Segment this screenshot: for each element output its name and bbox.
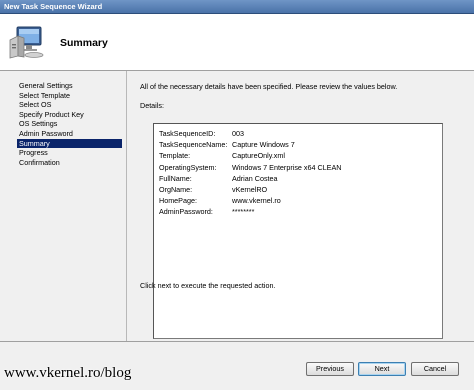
details-label: Details: [140,101,164,110]
detail-value: CaptureOnly.xml [232,151,285,161]
step-select-template[interactable]: Select Template [0,91,126,101]
cancel-button[interactable]: Cancel [411,362,459,376]
detail-row: OperatingSystem: Windows 7 Enterprise x6… [159,162,429,173]
detail-value: www.vkernel.ro [232,196,281,206]
detail-key: TaskSequenceID: [159,129,216,138]
detail-key: AdminPassword: [159,207,213,217]
wizard-header: Summary [0,14,474,71]
detail-value: Windows 7 Enterprise x64 CLEAN [232,162,342,172]
step-general-settings[interactable]: General Settings [0,81,126,91]
step-confirmation[interactable]: Confirmation [0,158,126,168]
detail-value: vKernelRO [232,184,268,194]
intro-text: All of the necessary details have been s… [140,82,398,91]
detail-value: ******** [232,207,255,217]
wizard-steps-pane: General Settings Select Template Select … [0,71,127,341]
detail-key: OrgName: [159,184,193,194]
title-bar[interactable]: New Task Sequence Wizard [0,0,474,14]
detail-key: FullName: [159,173,192,183]
detail-row: HomePage: www.vkernel.ro [159,195,429,206]
detail-key: OperatingSystem: [159,162,217,172]
step-progress[interactable]: Progress [0,148,126,158]
detail-value: 003 [232,129,244,138]
page-title: Summary [60,37,108,49]
wizard-steps-list: General Settings Select Template Select … [0,81,126,167]
detail-key: HomePage: [159,196,197,206]
next-button[interactable]: Next [358,362,406,376]
detail-value: Adrian Costea [232,173,278,183]
step-os-settings[interactable]: OS Settings [0,119,126,129]
summary-content: All of the necessary details have been s… [127,71,474,341]
step-admin-password[interactable]: Admin Password [0,129,126,139]
step-specify-product-key[interactable]: Specify Product Key [0,110,126,120]
detail-row: Template: CaptureOnly.xml [159,150,429,161]
detail-row: OrgName: vKernelRO [159,184,429,195]
detail-key: Template: [159,151,191,161]
detail-row: TaskSequenceID: 003 [159,128,429,139]
step-select-os[interactable]: Select OS [0,100,126,110]
step-summary[interactable]: Summary [17,138,122,149]
window-title: New Task Sequence Wizard [4,2,103,11]
detail-row: FullName: Adrian Costea [159,173,429,184]
details-textbox[interactable]: TaskSequenceID: 003 TaskSequenceName: Ca… [153,123,443,339]
watermark: www.vkernel.ro/blog [4,365,132,381]
previous-button[interactable]: Previous [306,362,354,376]
detail-value: Capture Windows 7 [232,140,295,150]
detail-row: TaskSequenceName: Capture Windows 7 [159,139,429,150]
detail-row: AdminPassword: ******** [159,206,429,217]
computer-icon [8,24,46,60]
detail-key: TaskSequenceName: [159,140,228,150]
footer-note: Click next to execute the requested acti… [140,281,276,290]
